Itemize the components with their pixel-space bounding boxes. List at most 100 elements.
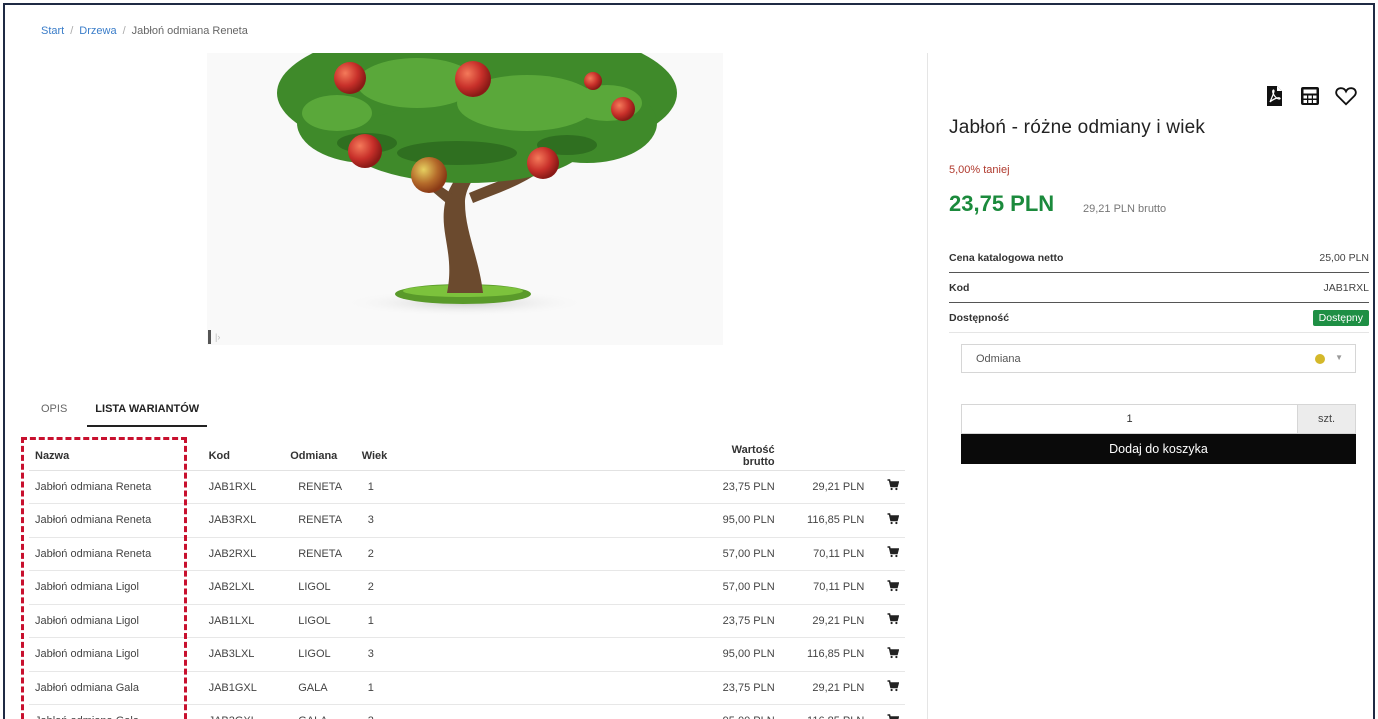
variant-gross-price: 116,85 PLN <box>792 637 875 672</box>
variant-age: 3 <box>355 704 693 719</box>
variant-name: Jabłoń odmiana Reneta <box>29 470 203 504</box>
add-to-cart-button[interactable]: Dodaj do koszyka <box>961 434 1356 464</box>
variant-type: LIGOL <box>284 637 356 672</box>
variant-name: Jabłoń odmiana Ligol <box>29 570 203 605</box>
variant-type: RENETA <box>284 470 356 504</box>
add-to-cart-row-button[interactable] <box>874 637 905 672</box>
breadcrumb-current: Jabłoń odmiana Reneta <box>131 25 248 37</box>
chevron-down-icon: ▼ <box>1335 353 1343 362</box>
add-to-cart-row-button[interactable] <box>874 503 905 538</box>
attr-availability: Dostępność Dostępny <box>949 303 1369 333</box>
breadcrumb-start[interactable]: Start <box>41 25 64 37</box>
variant-select-label: Odmiana <box>976 352 1021 365</box>
add-to-cart-row-button[interactable] <box>874 570 905 605</box>
header-variant: Odmiana <box>284 443 356 471</box>
variant-code: JAB3RXL <box>202 503 285 538</box>
product-title: Jabłoń - różne odmiany i wiek <box>949 117 1206 138</box>
variant-age: 3 <box>355 637 693 672</box>
cart-icon <box>887 646 899 662</box>
variant-type: LIGOL <box>284 604 356 638</box>
add-to-cart-row-button[interactable] <box>874 704 905 719</box>
cart-icon <box>887 680 899 695</box>
tab-opis[interactable]: OPIS <box>33 397 75 427</box>
attr-label: Dostępność <box>949 311 1010 324</box>
cart-icon <box>887 546 899 561</box>
header-age: Wiek <box>355 443 693 471</box>
variant-name: Jabłoń odmiana Reneta <box>29 537 203 571</box>
table-row: Jabłoń odmiana Ligol JAB1LXL LIGOL 1 23,75 P… <box>29 604 905 638</box>
variant-code: JAB1RXL <box>202 470 285 504</box>
table-header-row: Nazwa Kod Odmiana Wiek Wartość brutto <box>29 443 905 471</box>
variant-name: Jabłoń odmiana Reneta <box>29 503 203 538</box>
variant-gross-price: 29,21 PLN <box>792 671 875 705</box>
breadcrumb-category[interactable]: Drzewa <box>79 25 116 37</box>
variant-name: Jabłoń odmiana Gala <box>29 671 203 705</box>
variant-gross-price: 29,21 PLN <box>792 470 875 504</box>
header-name: Nazwa <box>29 443 203 471</box>
breadcrumb-separator: / <box>122 25 126 37</box>
header-gross-value: Wartość brutto <box>692 443 793 471</box>
attr-value: JAB1RXL <box>1323 281 1369 294</box>
pdf-icon[interactable] <box>1263 85 1285 107</box>
add-to-cart-row-button[interactable] <box>874 470 905 504</box>
variant-code: JAB2LXL <box>202 570 285 605</box>
quantity-stepper: 1 szt. <box>961 404 1356 434</box>
variant-age: 2 <box>355 570 693 605</box>
variants-table: Nazwa Kod Odmiana Wiek Wartość brutto Ja… <box>29 443 905 719</box>
variant-net-price: 95,00 PLN <box>692 704 793 719</box>
variant-type: RENETA <box>284 537 356 571</box>
variant-name: Jabłoń odmiana Ligol <box>29 637 203 672</box>
variant-code: JAB1LXL <box>202 604 285 638</box>
variant-net-price: 23,75 PLN <box>692 470 793 504</box>
variant-gross-price: 116,85 PLN <box>792 704 875 719</box>
price-net: 23,75 PLN <box>949 191 1055 216</box>
variant-net-price: 57,00 PLN <box>692 537 793 571</box>
variant-gross-price: 29,21 PLN <box>792 604 875 638</box>
attr-label: Cena katalogowa netto <box>949 251 1064 264</box>
breadcrumb: Start / Drzewa / Jabłoń odmiana Reneta <box>41 25 248 37</box>
attr-catalog-price: Cena katalogowa netto 25,00 PLN <box>949 243 1369 273</box>
price-gross: 29,21 PLN brutto <box>1083 203 1167 215</box>
attr-value: 25,00 PLN <box>1319 251 1369 264</box>
page-frame: Start / Drzewa / Jabłoń odmiana Reneta |… <box>3 3 1375 719</box>
vertical-divider <box>927 53 928 719</box>
product-image[interactable] <box>207 53 723 345</box>
cart-icon <box>887 579 899 595</box>
variant-net-price: 57,00 PLN <box>692 570 793 605</box>
variant-code: JAB3LXL <box>202 637 285 672</box>
attr-label: Kod <box>949 281 970 294</box>
status-badge: Dostępny <box>1312 309 1369 326</box>
add-to-cart-row-button[interactable] <box>874 671 905 705</box>
variant-net-price: 23,75 PLN <box>692 604 793 638</box>
breadcrumb-separator: / <box>70 25 74 37</box>
variant-age: 3 <box>355 503 693 538</box>
table-row: Jabłoń odmiana Reneta JAB2RXL RENETA 2 57,00… <box>29 537 905 571</box>
tab-lista-wariantow[interactable]: LISTA WARIANTÓW <box>87 397 208 427</box>
variant-select[interactable]: Odmiana ▼ <box>961 344 1356 373</box>
quantity-input[interactable]: 1 <box>962 405 1297 433</box>
product-actions <box>1263 85 1357 107</box>
cart-icon <box>887 479 899 494</box>
variant-type: GALA <box>284 671 356 705</box>
variant-age: 1 <box>355 604 693 638</box>
header-cart <box>874 443 905 471</box>
calculator-icon[interactable] <box>1299 85 1321 107</box>
table-row: Jabłoń odmiana Ligol JAB2LXL LIGOL 2 57,00 P… <box>29 570 905 605</box>
variant-net-price: 23,75 PLN <box>692 671 793 705</box>
table-row: Jabłoń odmiana GalaJAB3GXLGALA395,00 PLN… <box>29 704 905 719</box>
heart-icon[interactable] <box>1335 85 1357 107</box>
variant-age: 2 <box>355 537 693 571</box>
header-code: Kod <box>202 443 285 471</box>
variant-code: JAB3GXL <box>202 704 285 719</box>
add-to-cart-row-button[interactable] <box>874 537 905 571</box>
variant-gross-price: 70,11 PLN <box>792 570 875 605</box>
header-empty <box>792 443 875 471</box>
add-to-cart-row-button[interactable] <box>874 604 905 638</box>
table-row: Jabłoń odmiana Reneta JAB1RXL RENETA 1 23,75… <box>29 470 905 504</box>
image-thumbnail-indicator[interactable]: |› <box>208 328 224 346</box>
thumbnail-mark: |› <box>215 332 221 342</box>
table-row: Jabłoń odmiana Reneta JAB3RXL RENETA 3 95,00… <box>29 503 905 538</box>
variant-net-price: 95,00 PLN <box>692 503 793 538</box>
table-row: Jabłoń odmiana Ligol JAB3LXL LIGOL 3 95,00 P… <box>29 637 905 672</box>
variant-net-price: 95,00 PLN <box>692 637 793 672</box>
